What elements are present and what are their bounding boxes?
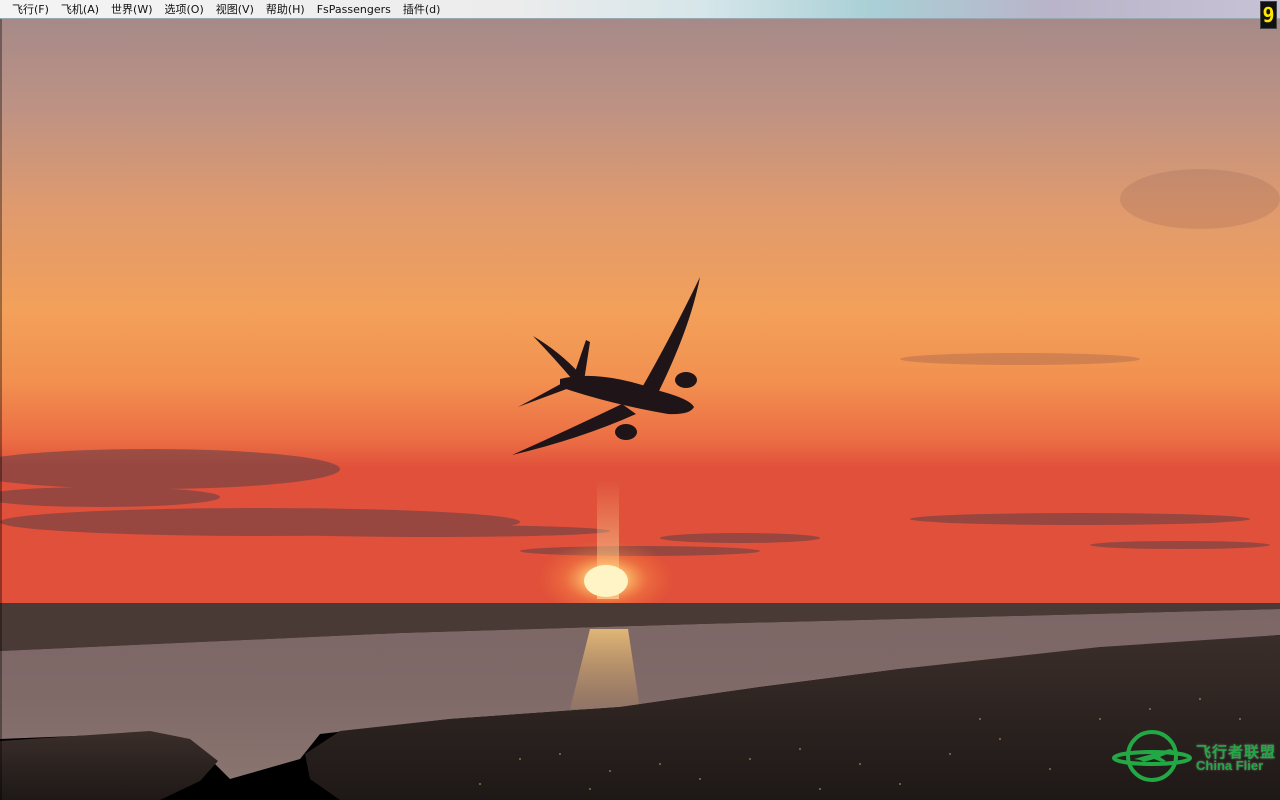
watermark: 飞行者联盟 China Flier (1112, 727, 1280, 783)
menu-world[interactable]: 世界(W) (105, 0, 158, 19)
menu-options[interactable]: 选项(O) (159, 0, 210, 19)
flight-scene-view[interactable] (0, 19, 1280, 800)
menu-flight[interactable]: 飞行(F) (0, 0, 55, 19)
sun (584, 565, 628, 597)
simulator-window: 飞行(F) 飞机(A) 世界(W) 选项(O) 视图(V) 帮助(H) FsPa… (0, 0, 1280, 800)
near-shore-left (0, 731, 218, 800)
menu-fspassengers[interactable]: FsPassengers (311, 0, 397, 19)
menu-aircraft[interactable]: 飞机(A) (55, 0, 105, 19)
window-left-border (0, 19, 2, 800)
frame-rate-counter: 9 (1260, 1, 1277, 29)
menu-bar: 飞行(F) 飞机(A) 世界(W) 选项(O) 视图(V) 帮助(H) FsPa… (0, 0, 1280, 19)
menu-addons[interactable]: 插件(d) (397, 0, 447, 19)
menu-views[interactable]: 视图(V) (210, 0, 260, 19)
airplane-globe-logo-icon (1112, 730, 1192, 782)
scene-canvas (0, 19, 1280, 800)
menu-help[interactable]: 帮助(H) (260, 0, 311, 19)
watermark-text-en: China Flier (1196, 758, 1264, 773)
